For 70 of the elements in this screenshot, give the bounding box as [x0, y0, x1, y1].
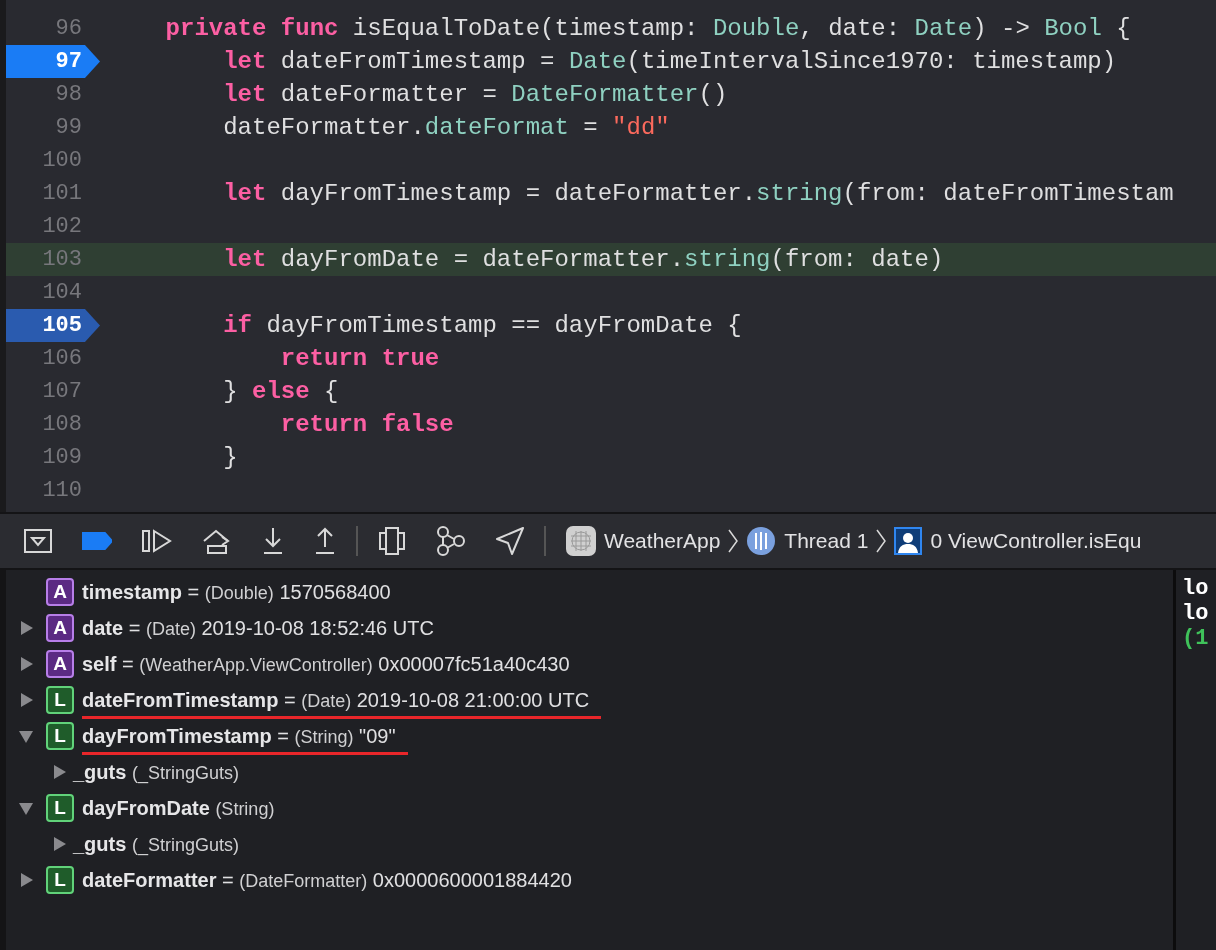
code-line: return false [280, 411, 454, 438]
console-text: lo [1182, 601, 1210, 626]
code-line: let dateFormatter = DateFormatter() [223, 81, 728, 108]
expanded-triangle-icon[interactable] [18, 728, 34, 744]
console-text: lo [1182, 576, 1210, 601]
line-number: 110 [41, 478, 82, 503]
line-number: 107 [41, 379, 82, 404]
view-hierarchy-icon[interactable] [378, 527, 406, 555]
code-line: return true [280, 345, 440, 372]
scope-badge: A [46, 614, 74, 642]
line-number: 104 [41, 280, 82, 305]
line-number: 99 [54, 115, 82, 140]
breadcrumb-item[interactable]: Thread 1 [746, 526, 869, 556]
person-icon [894, 527, 923, 555]
location-icon[interactable] [496, 527, 524, 555]
scope-badge: A [46, 578, 74, 606]
variable-entry[interactable]: dayFromDate (String) [82, 796, 275, 819]
code-line: let dateFromTimestamp = Date(timeIntervalSince1970: timestamp) [223, 48, 1117, 75]
chevron-icon [876, 529, 887, 553]
code-line: } else { [223, 378, 339, 405]
code-line: let dayFromTimestamp = dateFormatter.string(from: dateFromTimestam [223, 180, 1174, 207]
collapsed-triangle-icon[interactable] [18, 692, 34, 708]
variable-entry[interactable]: dateFormatter = (DateFormatter) 0x0000600001884420 [82, 868, 572, 891]
breakpoint-marker[interactable]: 105 [6, 309, 100, 342]
variable-entry[interactable]: date = (Date) 2019-10-08 18:52:46 UTC [82, 616, 434, 639]
collapsed-triangle-icon[interactable] [18, 620, 34, 636]
line-number: 103 [41, 247, 82, 272]
variable-entry[interactable]: dayFromTimestamp = (String) "09" [82, 724, 396, 747]
console-text: (1 [1182, 626, 1210, 651]
step-out-icon[interactable] [314, 527, 336, 555]
code-line: let dayFromDate = dateFormatter.string(from: date) [223, 246, 944, 273]
line-number: 102 [41, 214, 82, 239]
variable-entry[interactable]: timestamp = (Double) 1570568400 [82, 580, 391, 603]
continue-icon[interactable] [142, 529, 172, 553]
line-number: 96 [54, 16, 82, 41]
code-line: dateFormatter.dateFormat = "dd" [223, 114, 670, 141]
collapsed-triangle-icon[interactable] [18, 872, 34, 888]
memory-graph-icon[interactable] [436, 526, 466, 556]
breakpoint-marker[interactable]: 97 [6, 45, 100, 78]
code-line: private func isEqualToDate(timestamp: Double, date: Date) -> Bool { [165, 15, 1131, 42]
variable-entry[interactable]: _guts (_StringGuts) [73, 760, 239, 784]
breadcrumb-item[interactable]: 0 ViewController.isEqu [894, 527, 1142, 555]
collapsed-triangle-icon[interactable] [51, 836, 67, 852]
hide-panel-icon[interactable] [24, 529, 52, 553]
collapsed-triangle-icon[interactable] [51, 764, 67, 780]
scope-badge: A [46, 650, 74, 678]
line-number: 106 [41, 346, 82, 371]
code-line: } [223, 444, 238, 471]
step-into-icon[interactable] [262, 527, 284, 555]
app-grid-icon [566, 526, 596, 556]
scope-badge: L [46, 794, 74, 822]
collapsed-triangle-icon[interactable] [18, 656, 34, 672]
line-number: 101 [41, 181, 82, 206]
line-number: 98 [54, 82, 82, 107]
variable-entry[interactable]: dateFromTimestamp = (Date) 2019-10-08 21:00:00 UTC [82, 688, 590, 711]
code-line: if dayFromTimestamp == dayFromDate { [223, 312, 742, 339]
line-number: 100 [41, 148, 82, 173]
thread-icon [746, 526, 777, 556]
chevron-icon [728, 529, 739, 553]
variable-entry[interactable]: self = (WeatherApp.ViewController) 0x00007fc51a40c430 [82, 652, 570, 675]
variable-entry[interactable]: _guts (_StringGuts) [73, 832, 239, 856]
breakpoint-toggle-icon[interactable] [82, 532, 112, 550]
scope-badge: L [46, 722, 74, 750]
breadcrumb-item[interactable]: WeatherApp [566, 526, 721, 556]
step-over-icon[interactable] [202, 528, 232, 554]
scope-badge: L [46, 866, 74, 894]
expanded-triangle-icon[interactable] [18, 800, 34, 816]
line-number: 109 [41, 445, 82, 470]
scope-badge: L [46, 686, 74, 714]
line-number: 108 [41, 412, 82, 437]
